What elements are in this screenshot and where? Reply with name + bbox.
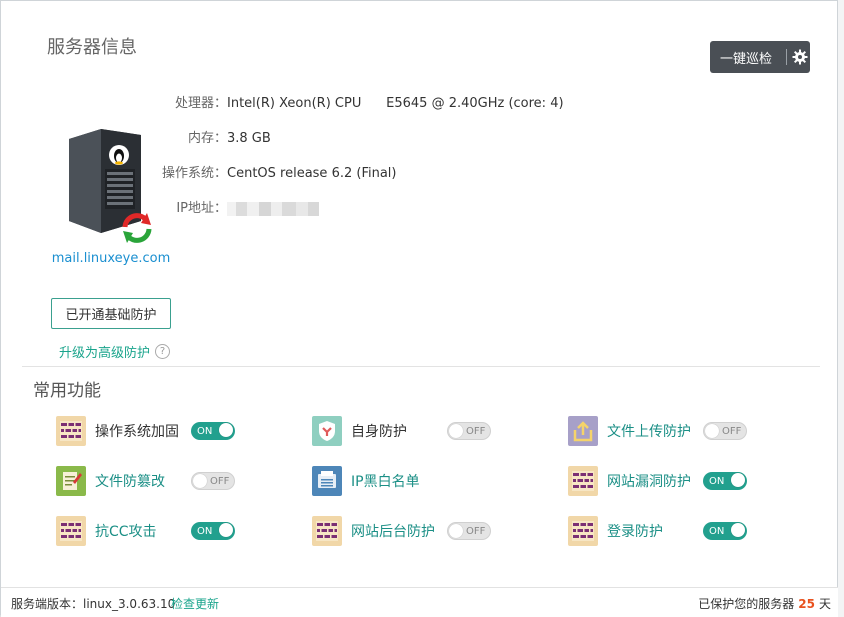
memory-value: 3.8 GB (227, 131, 271, 146)
patrol-label: 一键巡检 (720, 51, 773, 67)
toggle-os-hardening[interactable]: ON (191, 422, 235, 440)
feature-name: 网站后台防护 (351, 524, 435, 540)
firewall-icon (312, 516, 342, 546)
check-update-link[interactable]: 检查更新 (171, 595, 219, 612)
feature-self-protection: 自身防护 (312, 416, 407, 446)
os-value: CentOS release 6.2 (Final) (227, 166, 397, 181)
processor-value: Intel(R) Xeon(R) CPU E5645 @ 2.40GHz (co… (227, 96, 564, 111)
toggle-file-upload-protection[interactable]: OFF (703, 422, 747, 440)
upgrade-protection-link[interactable]: 升级为高级防护 ? (59, 342, 171, 361)
feature-name: 抗CC攻击 (95, 524, 157, 540)
toggle-knob (705, 424, 719, 438)
window-edge (838, 0, 844, 617)
os-label: 操作系统： (161, 166, 227, 181)
server-hostname[interactable]: mail.linuxeye.com (51, 251, 171, 266)
feature-name: IP黑白名单 (351, 474, 420, 490)
upgrade-label[interactable]: 升级为高级防护 (59, 342, 150, 361)
toggle-self-protection[interactable]: OFF (447, 422, 491, 440)
features-title: 常用功能 (33, 381, 101, 401)
feature-name: 文件上传防护 (607, 424, 691, 440)
feature-name: 操作系统加固 (95, 424, 179, 440)
firewall-icon (56, 416, 86, 446)
processor-row: 处理器：Intel(R) Xeon(R) CPU E5645 @ 2.40GHz… (155, 92, 564, 111)
toggle-web-vuln-protection[interactable]: ON (703, 472, 747, 490)
toggle-admin-backend-protection[interactable]: OFF (447, 522, 491, 540)
protected-suffix: 天 (818, 597, 831, 611)
feature-ip-whitelist: IP黑白名单 (312, 466, 420, 496)
toggle-knob (449, 424, 463, 438)
toggle-knob (731, 523, 745, 537)
toggle-knob (731, 473, 745, 487)
one-click-patrol-button[interactable]: 一键巡检 (710, 41, 810, 73)
feature-web-vuln-protection: 网站漏洞防护 (568, 466, 691, 496)
server-tower-icon (69, 129, 152, 243)
file-edit-icon (56, 466, 86, 496)
feature-admin-backend-protection: 网站后台防护 (312, 516, 435, 546)
toggle-login-protection[interactable]: ON (703, 522, 747, 540)
gear-icon[interactable] (790, 47, 810, 67)
feature-name: 网站漏洞防护 (607, 474, 691, 490)
protected-days-count: 25 (798, 597, 815, 611)
feature-os-hardening: 操作系统加固 (56, 416, 179, 446)
upload-icon (568, 416, 598, 446)
os-row: 操作系统：CentOS release 6.2 (Final) (155, 162, 397, 181)
ip-label: IP地址： (176, 201, 227, 216)
toggle-knob (219, 423, 233, 437)
server-info-window: 服务器信息 一键巡检 mail.linuxeye.com 处理器：Intel(R… (0, 0, 839, 617)
toggle-knob (219, 523, 233, 537)
basic-protection-button[interactable]: 已开通基础防护 (51, 298, 171, 329)
processor-label: 处理器： (174, 96, 227, 111)
help-icon[interactable]: ? (155, 344, 171, 359)
protected-prefix: 已保护您的服务器 (698, 597, 795, 611)
ip-row: IP地址： (155, 197, 319, 216)
toggle-knob (449, 524, 463, 538)
firewall-icon (568, 466, 598, 496)
toggle-file-tamper-proof[interactable]: OFF (191, 472, 235, 490)
memory-row: 内存：3.8 GB (155, 127, 271, 146)
feature-file-tamper-proof: 文件防篡改 (56, 466, 165, 496)
status-footer: 服务端版本：linux_3.0.63.10 检查更新 已保护您的服务器 25 天 (1, 587, 839, 617)
feature-name: 登录防护 (607, 524, 663, 540)
feature-login-protection: 登录防护 (568, 516, 663, 546)
patrol-separator (786, 49, 787, 65)
printer-list-icon (312, 466, 342, 496)
feature-file-upload-protection: 文件上传防护 (568, 416, 691, 446)
toggle-anti-cc[interactable]: ON (191, 522, 235, 540)
page-title: 服务器信息 (47, 37, 137, 58)
protected-days: 已保护您的服务器 25 天 (698, 595, 831, 612)
feature-name: 文件防篡改 (95, 474, 165, 490)
self-shield-icon (312, 416, 342, 446)
ip-value-redacted (227, 201, 319, 216)
feature-anti-cc: 抗CC攻击 (56, 516, 157, 546)
firewall-icon (568, 516, 598, 546)
memory-label: 内存： (187, 131, 227, 146)
firewall-icon (56, 516, 86, 546)
toggle-knob (193, 474, 207, 488)
section-divider (22, 366, 820, 367)
feature-name: 自身防护 (351, 424, 407, 440)
server-version: 服务端版本：linux_3.0.63.10 (11, 597, 176, 611)
